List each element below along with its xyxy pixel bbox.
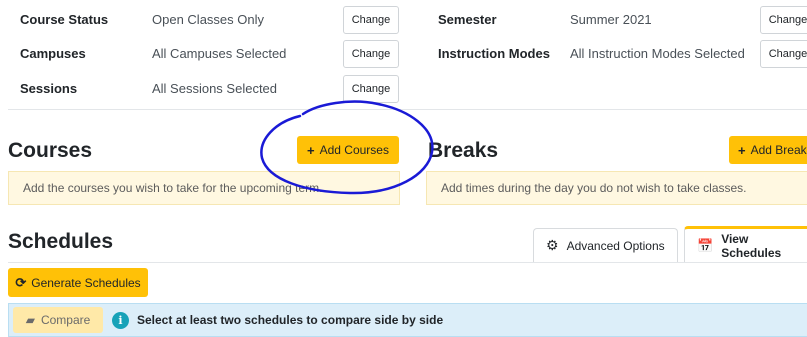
change-campuses-button[interactable]: Change: [343, 40, 399, 68]
breaks-hint: Add times during the day you do not wish…: [426, 171, 807, 205]
instruction-modes-label: Instruction Modes: [438, 46, 550, 61]
sessions-label: Sessions: [20, 81, 78, 96]
add-breaks-button[interactable]: + Add Breaks: [729, 136, 807, 164]
schedules-divider: [8, 262, 807, 263]
calendar-icon: 📅: [697, 237, 714, 253]
course-status-label: Course Status: [20, 12, 109, 27]
compare-info-bar: ▰ Compare i Select at least two schedule…: [8, 303, 807, 337]
campuses-value: All Campuses Selected: [152, 46, 287, 61]
courses-title: Courses: [8, 139, 93, 162]
generate-schedules-button[interactable]: ⟳ Generate Schedules: [8, 268, 148, 297]
schedules-title: Schedules: [8, 230, 114, 253]
course-status-value: Open Classes Only: [152, 12, 264, 27]
change-instruction-modes-button[interactable]: Change: [760, 40, 807, 68]
tab-advanced-options-label: Advanced Options: [566, 238, 665, 253]
semester-label: Semester: [438, 12, 497, 27]
change-sessions-button[interactable]: Change: [343, 75, 399, 103]
gears-icon: ⚙: [546, 237, 559, 253]
generate-schedules-label: Generate Schedules: [31, 275, 141, 290]
tab-view-schedules[interactable]: 📅 View Schedules: [684, 226, 807, 262]
plus-icon: +: [307, 142, 315, 158]
change-course-status-button[interactable]: Change: [343, 6, 399, 34]
tab-view-schedules-label: View Schedules: [721, 231, 782, 260]
add-breaks-label: Add Breaks: [750, 143, 807, 157]
compare-info-text: Select at least two schedules to compare…: [137, 313, 444, 327]
info-icon: i: [112, 311, 129, 329]
courses-hint: Add the courses you wish to take for the…: [8, 171, 400, 205]
semester-value: Summer 2021: [570, 12, 652, 27]
add-courses-label: Add Courses: [319, 143, 389, 157]
compare-button[interactable]: ▰ Compare: [13, 307, 103, 333]
add-courses-button[interactable]: + Add Courses: [297, 136, 399, 164]
plus-icon: +: [738, 142, 746, 158]
copy-icon: ▰: [25, 313, 35, 327]
breaks-title: Breaks: [428, 139, 499, 162]
instruction-modes-value: All Instruction Modes Selected: [570, 46, 745, 61]
compare-button-label: Compare: [40, 313, 91, 327]
tab-advanced-options[interactable]: ⚙ Advanced Options: [533, 228, 678, 262]
sessions-value: All Sessions Selected: [152, 81, 278, 96]
change-semester-button[interactable]: Change: [760, 6, 807, 34]
sync-icon: ⟳: [15, 274, 27, 290]
filters-divider: [8, 109, 807, 110]
campuses-label: Campuses: [20, 46, 86, 61]
